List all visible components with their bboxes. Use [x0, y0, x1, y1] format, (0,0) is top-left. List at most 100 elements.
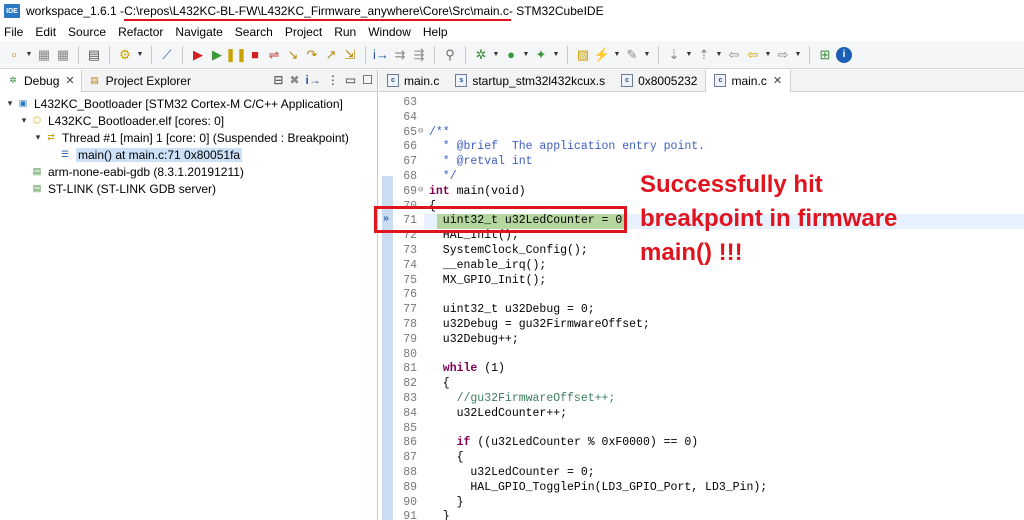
view-menu-icon[interactable]: ⋮	[327, 73, 339, 87]
maximize-icon[interactable]: ☐	[362, 73, 373, 87]
chevron-down-icon[interactable]: ▼	[25, 47, 33, 63]
annotation-text: Successfully hit breakpoint in firmware …	[640, 168, 1020, 270]
instruction-stepping-icon[interactable]: i→	[373, 47, 389, 63]
new-icon[interactable]: ▫	[6, 47, 22, 63]
debug-icon[interactable]: ✲	[473, 47, 489, 63]
chevron-down-icon[interactable]: ▼	[715, 47, 723, 63]
chevron-down-icon[interactable]: ▼	[492, 47, 500, 63]
back-icon[interactable]: ⇦	[745, 47, 761, 63]
chevron-down-icon[interactable]: ▼	[643, 47, 651, 63]
menu-search[interactable]: Search	[235, 25, 273, 39]
tree-item[interactable]: ▾ ⇄ Thread #1 [main] 1 [core: 0] (Suspende…	[0, 129, 377, 146]
disconnect-icon[interactable]: ⇌	[266, 47, 282, 63]
fold-toggle-icon[interactable]: ⊖	[418, 126, 423, 136]
chevron-down-icon[interactable]: ▼	[764, 47, 772, 63]
project-explorer-icon: ▤	[90, 75, 99, 85]
info-icon[interactable]: i	[836, 46, 852, 63]
build-config-icon[interactable]: ⚙	[117, 47, 133, 63]
instruction-stepping-icon[interactable]: i→	[306, 73, 321, 87]
tree-item[interactable]: ☰ main() at main.c:71 0x80051fa	[0, 146, 377, 163]
previous-annotation-icon[interactable]: ⇡	[696, 47, 712, 63]
reset-icon[interactable]: ⇶	[411, 47, 427, 63]
skip-breakpoints-icon[interactable]: ⟋	[159, 47, 175, 63]
chevron-down-icon[interactable]: ▼	[136, 47, 144, 63]
keyword: while	[429, 362, 478, 376]
menu-window[interactable]: Window	[368, 25, 411, 39]
forward-icon[interactable]: ⇨	[775, 47, 791, 63]
menu-help[interactable]: Help	[423, 25, 448, 39]
code-text: uint32_t u32Debug = 0;	[429, 303, 595, 316]
build-icon[interactable]: ▤	[86, 47, 102, 63]
expand-chevron-icon[interactable]: ▾	[32, 132, 44, 143]
tree-item-label: main() at main.c:71 0x80051fa	[76, 147, 243, 162]
tree-item[interactable]: ▤ ST-LINK (ST-LINK GDB server)	[0, 180, 377, 197]
chevron-down-icon[interactable]: ▼	[613, 47, 621, 63]
chevron-down-icon[interactable]: ▼	[522, 47, 530, 63]
menu-file[interactable]: File	[4, 25, 23, 39]
window-title-path: C:\repos\L432KC-BL-FW\L432KC_Firmware_an…	[124, 4, 511, 21]
save-icon[interactable]: ▦	[36, 47, 52, 63]
menu-run[interactable]: Run	[334, 25, 356, 39]
tree-item-label: L432KC_Bootloader [STM32 Cortex-M C/C++ …	[34, 96, 343, 111]
editor-tab[interactable]: c main.c ✕	[705, 69, 792, 92]
close-icon[interactable]: ✕	[65, 74, 74, 87]
close-icon[interactable]: ✕	[773, 74, 782, 87]
expand-chevron-icon[interactable]: ▾	[18, 115, 30, 126]
last-edit-icon[interactable]: ⇦	[726, 47, 742, 63]
line-number: 86	[403, 436, 417, 450]
chevron-down-icon[interactable]: ▼	[552, 47, 560, 63]
step-return-icon[interactable]: ↗	[323, 47, 339, 63]
line-number: 75	[403, 273, 417, 287]
menu-source[interactable]: Source	[68, 25, 106, 39]
device-config-icon[interactable]: ⚲	[442, 47, 458, 63]
external-tools-icon[interactable]: ✦	[533, 47, 549, 63]
menu-edit[interactable]: Edit	[35, 25, 56, 39]
line-number: 81	[403, 362, 417, 376]
menu-refactor[interactable]: Refactor	[118, 25, 163, 39]
tree-item[interactable]: ▾ ▣ L432KC_Bootloader [STM32 Cortex-M C/C+…	[0, 95, 377, 112]
editor-tab[interactable]: c 0x8005232	[613, 70, 705, 92]
menu-project[interactable]: Project	[285, 25, 322, 39]
c-file-icon: c	[387, 74, 399, 87]
chevron-down-icon[interactable]: ▼	[794, 47, 802, 63]
fold-toggle-icon[interactable]: ⊖	[418, 185, 423, 195]
next-annotation-icon[interactable]: ⇣	[666, 47, 682, 63]
tab-debug[interactable]: ✲ Debug ✕	[0, 69, 82, 92]
remove-terminated-icon[interactable]: ✖	[289, 73, 299, 87]
code-area[interactable]: 63 64 65 ⊖/** 66 * @brief The application en…	[379, 92, 1024, 520]
wand-icon[interactable]: ⚡	[594, 47, 610, 63]
run-icon[interactable]: ●	[503, 47, 519, 63]
tab-debug-label: Debug	[24, 73, 60, 88]
tab-project-explorer[interactable]: ▤ Project Explorer	[82, 70, 197, 92]
debug-bug-icon: ✲	[9, 75, 17, 85]
suspend-icon[interactable]: ❚❚	[225, 47, 247, 63]
run-to-line-icon[interactable]: ▶	[190, 47, 206, 63]
minimize-icon[interactable]: ▭	[345, 73, 356, 87]
expand-chevron-icon[interactable]: ▾	[4, 98, 16, 109]
resume-icon[interactable]: ▶	[209, 47, 225, 63]
code-text: while (1)	[429, 362, 505, 375]
editor-tab-label: startup_stm32l432kcux.s	[472, 73, 606, 88]
tree-item[interactable]: ▾ ⬡ L432KC_Bootloader.elf [cores: 0]	[0, 112, 377, 129]
step-over-icon[interactable]: ↷	[304, 47, 320, 63]
editor-tab[interactable]: c main.c	[379, 70, 447, 92]
code-text: SystemClock_Config();	[429, 244, 588, 257]
line-number: 89	[403, 480, 417, 494]
open-perspective-icon[interactable]: ⊞	[817, 47, 833, 63]
code-line: 78 u32Debug = gu32FirmwareOffset;	[379, 318, 1024, 333]
editor-tab[interactable]: s startup_stm32l432kcux.s	[447, 70, 613, 92]
terminate-icon[interactable]: ■	[247, 47, 263, 63]
tree-item[interactable]: ▤ arm-none-eabi-gdb (8.3.1.20191211)	[0, 163, 377, 180]
step-into-icon[interactable]: ↘	[285, 47, 301, 63]
pencil-icon[interactable]: ✎	[624, 47, 640, 63]
toolbar-separator	[567, 45, 568, 64]
code-token: u32Debug++;	[429, 332, 519, 346]
menu-navigate[interactable]: Navigate	[175, 25, 222, 39]
drop-to-frame-icon[interactable]: ⇲	[342, 47, 358, 63]
restart-icon[interactable]: ⇉	[392, 47, 408, 63]
chevron-down-icon[interactable]: ▼	[685, 47, 693, 63]
collapse-all-icon[interactable]: ⊟	[273, 73, 283, 87]
new-project-icon[interactable]: ▨	[575, 47, 591, 63]
save-all-icon[interactable]: ▦	[55, 47, 71, 63]
debug-tree: ▾ ▣ L432KC_Bootloader [STM32 Cortex-M C/C+…	[0, 92, 377, 197]
